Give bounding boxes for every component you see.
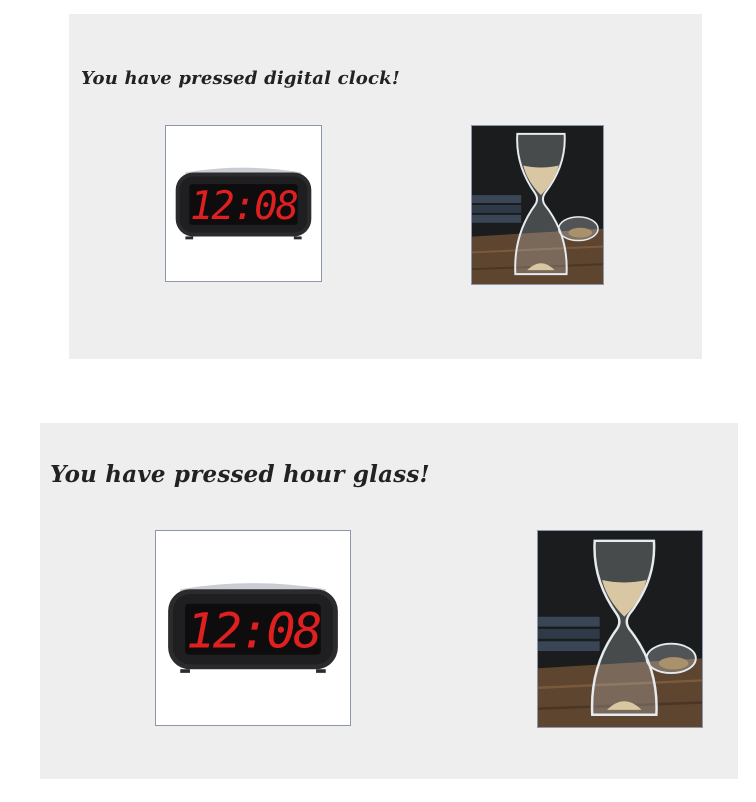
digital-clock-button[interactable]: 12:08 bbox=[165, 125, 322, 282]
digital-clock-button[interactable]: 12:08 bbox=[155, 530, 351, 726]
hourglass-button[interactable] bbox=[471, 125, 604, 285]
clock-display-text: 12:08 bbox=[190, 184, 298, 229]
status-message: You have pressed hour glass! bbox=[50, 461, 430, 488]
status-message: You have pressed digital clock! bbox=[81, 68, 400, 89]
hourglass-icon bbox=[472, 126, 603, 284]
digital-clock-icon: 12:08 bbox=[156, 531, 350, 725]
digital-clock-icon: 12:08 bbox=[166, 126, 321, 281]
result-panel-bottom: You have pressed hour glass! 12:08 bbox=[40, 423, 738, 779]
result-panel-top: You have pressed digital clock! 12:08 bbox=[69, 14, 702, 359]
hourglass-icon bbox=[538, 531, 702, 727]
hourglass-button[interactable] bbox=[537, 530, 703, 728]
clock-display-text: 12:08 bbox=[186, 603, 320, 659]
